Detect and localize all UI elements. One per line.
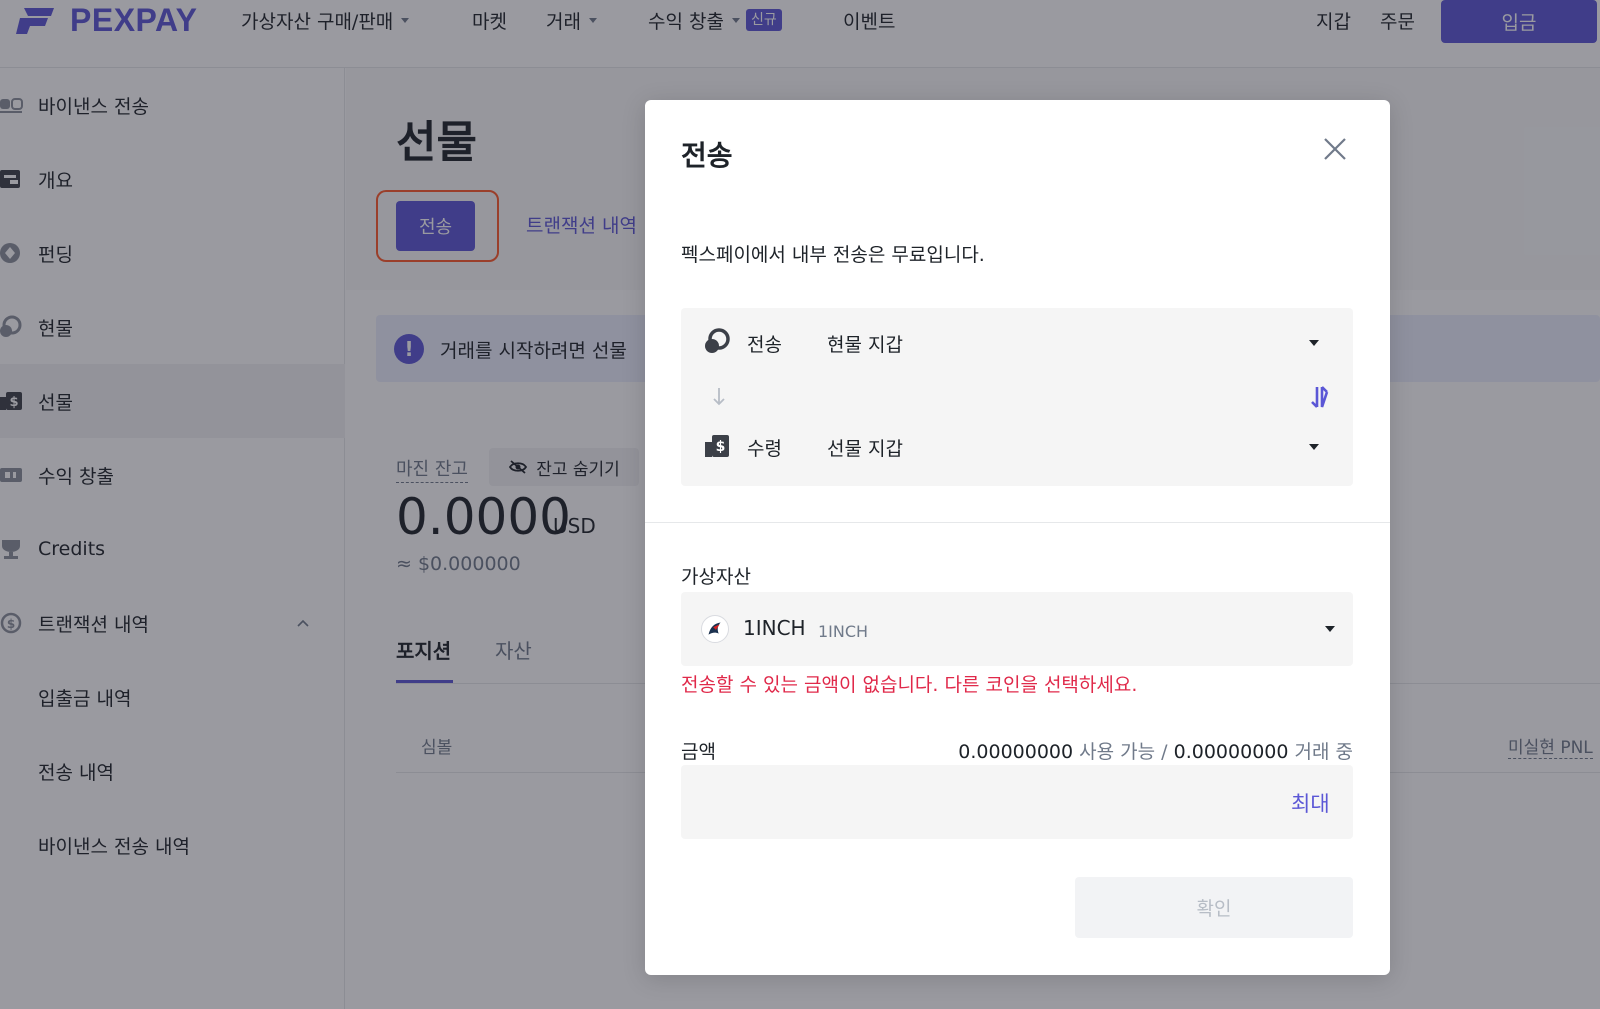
amount-availability: 0.00000000 사용 가능 / 0.00000000 거래 중 — [958, 737, 1353, 764]
transfer-modal: 전송 펙스페이에서 내부 전송은 무료입니다. 전송 현물 지갑 $ 수령 선물… — [645, 100, 1390, 975]
swap-icon[interactable] — [1309, 383, 1335, 411]
caret-down-icon[interactable] — [1309, 340, 1319, 346]
in-trade-text: 거래 중 — [1294, 741, 1353, 763]
spot-wallet-icon — [705, 328, 730, 353]
confirm-button[interactable]: 확인 — [1075, 877, 1353, 938]
caret-down-icon[interactable] — [1309, 444, 1319, 450]
available-text: 사용 가능 — [1079, 741, 1156, 763]
asset-ticker: 1INCH — [818, 622, 869, 641]
amount-separator: / — [1161, 741, 1168, 763]
close-icon[interactable] — [1322, 136, 1348, 162]
asset-name: 1INCH — [743, 616, 806, 640]
to-label: 수령 — [747, 438, 782, 460]
from-label: 전송 — [747, 334, 782, 356]
max-button[interactable]: 최대 — [1291, 788, 1330, 818]
available-amount: 0.00000000 — [958, 741, 1074, 763]
asset-label: 가상자산 — [681, 566, 751, 588]
error-message: 전송할 수 있는 금액이 없습니다. 다른 코인을 선택하세요. — [681, 674, 1138, 696]
modal-divider — [645, 522, 1390, 523]
modal-title: 전송 — [681, 139, 733, 172]
asset-select[interactable]: 1INCH 1INCH — [681, 592, 1353, 666]
modal-description: 펙스페이에서 내부 전송은 무료입니다. — [681, 244, 985, 266]
1inch-coin-icon — [701, 615, 729, 643]
to-wallet-select[interactable]: 선물 지갑 — [827, 434, 903, 461]
arrow-down-icon — [713, 388, 725, 406]
wallet-selector: 전송 현물 지갑 $ 수령 선물 지갑 — [681, 308, 1353, 486]
caret-down-icon[interactable] — [1325, 626, 1335, 632]
in-trade-amount: 0.00000000 — [1173, 741, 1289, 763]
futures-wallet-icon: $ — [705, 435, 729, 457]
from-wallet-select[interactable]: 현물 지갑 — [827, 330, 903, 357]
amount-input[interactable] — [681, 765, 1353, 839]
amount-label: 금액 — [681, 741, 716, 763]
svg-text:$: $ — [716, 439, 726, 455]
